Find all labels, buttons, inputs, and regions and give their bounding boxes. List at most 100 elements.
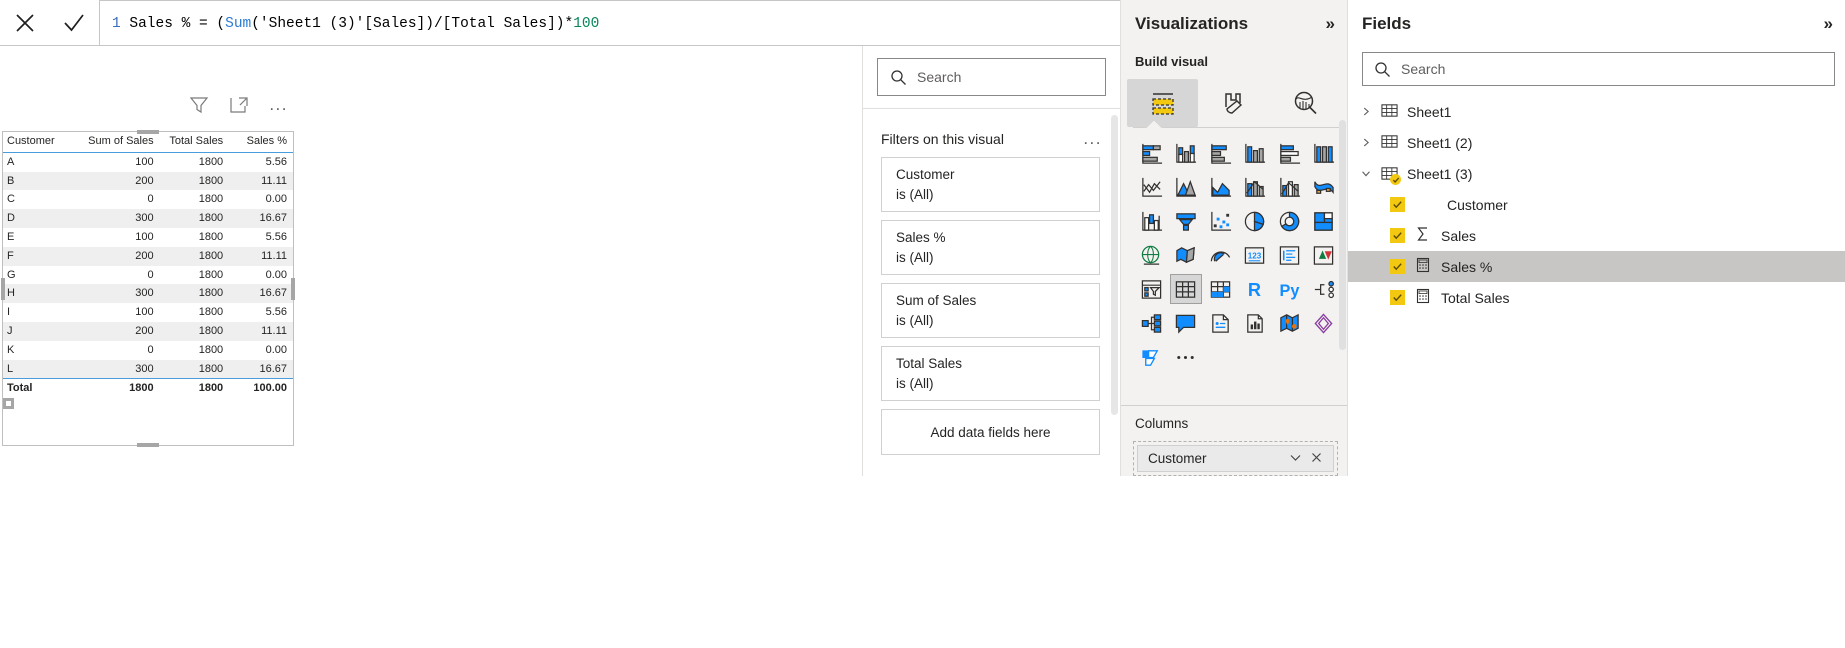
cancel-formula-button[interactable]: [5, 3, 45, 43]
close-icon[interactable]: [1306, 450, 1327, 468]
visual-type-matrix[interactable]: [1204, 274, 1236, 304]
filter-card[interactable]: Customer is (All): [881, 157, 1100, 212]
table-row[interactable]: B 200 1800 11.11: [3, 171, 293, 191]
formula-line-number: 1: [112, 16, 121, 32]
visual-type-filled-map[interactable]: [1170, 240, 1202, 270]
columns-field-well[interactable]: Customer: [1133, 441, 1338, 476]
table-row[interactable]: A 100 1800 5.56: [3, 152, 293, 171]
chevron-right-icon[interactable]: [1360, 136, 1372, 149]
table-row[interactable]: E 100 1800 5.56: [3, 228, 293, 247]
visual-type-card-123[interactable]: 123: [1239, 240, 1271, 270]
visual-filter-button[interactable]: [189, 95, 209, 115]
field-checkbox[interactable]: [1390, 197, 1405, 212]
table-row[interactable]: H 300 1800 16.67: [3, 284, 293, 304]
visual-type-multi-row-card[interactable]: [1273, 240, 1305, 270]
table-row[interactable]: L 300 1800 16.67: [3, 359, 293, 379]
visual-type-paginated-report[interactable]: [1239, 308, 1271, 338]
visual-type-gauge[interactable]: [1204, 240, 1236, 270]
visual-type-pie-chart[interactable]: [1239, 206, 1271, 236]
resize-handle-bottom-right[interactable]: [3, 398, 14, 410]
table-row[interactable]: G 0 1800 0.00: [3, 266, 293, 285]
visual-type-line-chart[interactable]: [1135, 172, 1167, 202]
field-item-total-sales[interactable]: Total Sales: [1348, 282, 1845, 313]
resize-handle-left[interactable]: [1, 277, 5, 300]
visual-type-waterfall-chart[interactable]: [1135, 206, 1167, 236]
visual-type-funnel-chart[interactable]: [1170, 206, 1202, 236]
table-row[interactable]: J 200 1800 11.11: [3, 321, 293, 341]
visual-type-table[interactable]: [1169, 274, 1202, 304]
visual-type-100-stacked-column-chart[interactable]: [1308, 138, 1340, 168]
fields-table-sheet1-3[interactable]: Sheet1 (3): [1348, 158, 1845, 189]
visual-type-key-influencers[interactable]: [1308, 274, 1340, 304]
visual-type-clustered-bar-chart[interactable]: [1204, 138, 1236, 168]
accept-formula-button[interactable]: [54, 3, 94, 43]
table-visual-container[interactable]: ... Customer Sum of Sales Total Sales Sa…: [1, 96, 295, 447]
visual-more-options-button[interactable]: ...: [269, 96, 288, 113]
column-header-sum-of-sales[interactable]: Sum of Sales: [81, 132, 160, 153]
filters-search-input[interactable]: Search: [877, 58, 1106, 96]
fields-search-input[interactable]: Search: [1362, 52, 1835, 86]
visual-type-map-globe[interactable]: [1135, 240, 1167, 270]
visual-type-line-stacked-column-chart[interactable]: [1239, 172, 1271, 202]
chevron-down-icon[interactable]: [1285, 450, 1306, 468]
visual-type-scatter-chart[interactable]: [1204, 206, 1236, 236]
table-row[interactable]: D 300 1800 16.67: [3, 209, 293, 228]
table-row[interactable]: K 0 1800 0.00: [3, 341, 293, 360]
focus-mode-button[interactable]: [229, 95, 249, 115]
visual-type-clustered-column-chart[interactable]: [1239, 138, 1271, 168]
visual-type-decomposition-tree[interactable]: [1135, 308, 1167, 338]
visual-type-qna[interactable]: [1170, 308, 1202, 338]
fields-collapse-button[interactable]: »: [1824, 14, 1833, 34]
field-chip-customer[interactable]: Customer: [1137, 445, 1334, 472]
table-row[interactable]: F 200 1800 11.11: [3, 246, 293, 266]
resize-handle-right[interactable]: [291, 277, 295, 300]
visual-type-line-clustered-column-chart[interactable]: [1273, 172, 1305, 202]
visual-type-stacked-bar-chart[interactable]: [1135, 138, 1167, 168]
filters-scrollbar[interactable]: [1111, 115, 1118, 415]
visual-type-kpi[interactable]: [1308, 240, 1340, 270]
visual-type-power-automate[interactable]: [1135, 342, 1167, 372]
field-item-sales[interactable]: Sales: [1348, 220, 1845, 251]
fields-table-sheet1[interactable]: Sheet1: [1348, 96, 1845, 127]
tab-analytics[interactable]: [1270, 79, 1341, 127]
visual-type-smart-narrative[interactable]: [1204, 308, 1236, 338]
table-row[interactable]: C 0 1800 0.00: [3, 190, 293, 209]
visual-type-r-script-visual[interactable]: R: [1239, 274, 1271, 304]
visual-type-ribbon-chart[interactable]: [1308, 172, 1340, 202]
filter-card[interactable]: Total Sales is (All): [881, 346, 1100, 401]
filter-card[interactable]: Sales % is (All): [881, 220, 1100, 275]
field-checkbox[interactable]: [1390, 228, 1405, 243]
visual-type-slicer[interactable]: [1135, 274, 1167, 304]
filter-card[interactable]: Sum of Sales is (All): [881, 283, 1100, 338]
visual-type-python-visual[interactable]: Py: [1273, 274, 1305, 304]
filters-drop-zone[interactable]: Add data fields here: [881, 409, 1100, 455]
visual-type-stacked-column-chart[interactable]: [1170, 138, 1202, 168]
column-header-customer[interactable]: Customer: [3, 132, 82, 153]
chevron-right-icon[interactable]: [1360, 105, 1372, 118]
visual-type-treemap[interactable]: [1308, 206, 1340, 236]
table-row[interactable]: I 100 1800 5.56: [3, 303, 293, 322]
column-header-sales-pct[interactable]: Sales %: [229, 132, 293, 153]
visual-type-power-apps[interactable]: [1308, 308, 1340, 338]
field-checkbox[interactable]: [1390, 259, 1405, 274]
report-canvas[interactable]: ... Customer Sum of Sales Total Sales Sa…: [0, 46, 862, 476]
visual-type-more-visuals[interactable]: [1170, 342, 1202, 372]
field-checkbox[interactable]: [1390, 290, 1405, 305]
resize-handle-bottom[interactable]: [137, 443, 159, 447]
visual-type-donut-chart[interactable]: [1273, 206, 1305, 236]
visualizations-scrollbar[interactable]: [1339, 120, 1346, 350]
field-item-customer[interactable]: Customer: [1348, 189, 1845, 220]
resize-handle-top[interactable]: [137, 130, 159, 134]
visual-type-100-stacked-bar-chart[interactable]: [1273, 138, 1305, 168]
tab-format-visual[interactable]: [1198, 79, 1269, 127]
visual-type-area-chart[interactable]: [1170, 172, 1202, 202]
chevron-down-icon[interactable]: [1360, 167, 1372, 180]
field-item-sales[interactable]: Sales %: [1348, 251, 1845, 282]
table-visual[interactable]: Customer Sum of Sales Total Sales Sales …: [1, 130, 295, 447]
visual-type-stacked-area-chart[interactable]: [1204, 172, 1236, 202]
filters-more-button[interactable]: ...: [1083, 130, 1102, 147]
column-header-total-sales[interactable]: Total Sales: [159, 132, 230, 153]
visualizations-collapse-button[interactable]: »: [1326, 14, 1335, 34]
fields-table-sheet1-2[interactable]: Sheet1 (2): [1348, 127, 1845, 158]
visual-type-arcgis-map[interactable]: [1273, 308, 1305, 338]
